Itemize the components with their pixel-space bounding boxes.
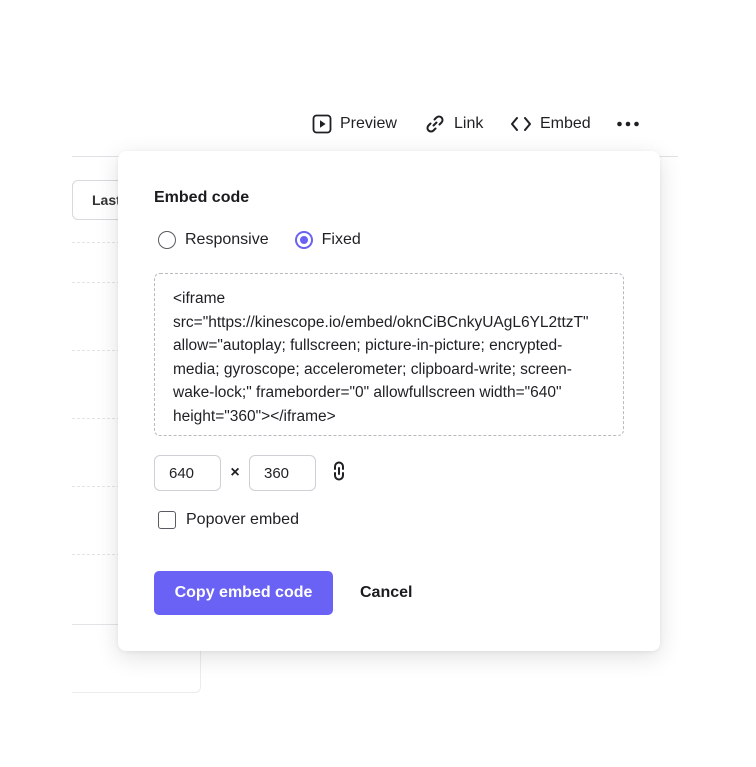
size-mode-radio-group: Responsive Fixed bbox=[154, 231, 383, 249]
play-square-icon bbox=[312, 114, 332, 134]
cancel-button[interactable]: Cancel bbox=[360, 571, 412, 615]
embed-button[interactable]: Embed bbox=[510, 108, 591, 140]
preview-label: Preview bbox=[340, 115, 397, 132]
embed-code-textarea[interactable]: <iframe src="https://kinescope.io/embed/… bbox=[154, 273, 624, 436]
embed-dialog: Embed code Responsive Fixed <iframe src=… bbox=[118, 151, 660, 651]
popover-embed-label: Popover embed bbox=[186, 511, 299, 528]
chain-link-icon[interactable] bbox=[330, 460, 348, 487]
radio-unchecked-icon[interactable] bbox=[158, 231, 176, 249]
copy-embed-code-button[interactable]: Copy embed code bbox=[154, 571, 333, 615]
preview-button[interactable]: Preview bbox=[312, 108, 397, 140]
link-icon bbox=[424, 113, 446, 135]
code-brackets-icon bbox=[510, 114, 532, 134]
link-button[interactable]: Link bbox=[424, 108, 483, 140]
radio-checked-icon[interactable] bbox=[294, 231, 313, 249]
responsive-label: Responsive bbox=[185, 231, 269, 248]
more-dots-icon bbox=[616, 120, 640, 128]
dimensions-row: 640 × 360 bbox=[154, 455, 348, 491]
dialog-title: Embed code bbox=[154, 189, 250, 206]
times-symbol: × bbox=[230, 464, 240, 481]
link-label: Link bbox=[454, 115, 484, 132]
more-button[interactable] bbox=[616, 108, 640, 140]
toolbar: Preview Link Embed bbox=[0, 108, 756, 140]
popover-embed-option[interactable]: Popover embed bbox=[154, 511, 299, 529]
fixed-label: Fixed bbox=[321, 231, 361, 248]
embed-label: Embed bbox=[540, 115, 591, 132]
responsive-option[interactable]: Responsive bbox=[154, 231, 269, 249]
height-input[interactable]: 360 bbox=[249, 455, 316, 491]
width-input[interactable]: 640 bbox=[154, 455, 221, 491]
checkbox-unchecked-icon[interactable] bbox=[158, 511, 176, 529]
fixed-option[interactable]: Fixed bbox=[291, 231, 361, 249]
